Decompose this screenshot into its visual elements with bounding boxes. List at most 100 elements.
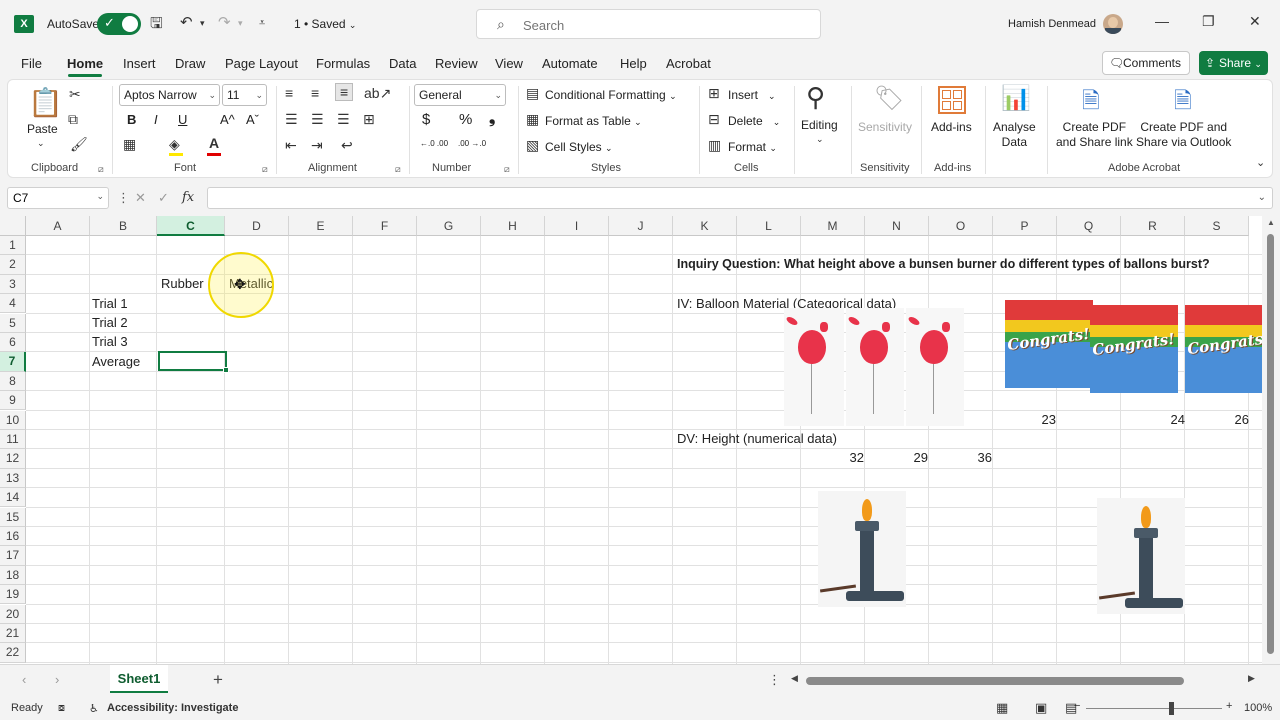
row-header-6[interactable]: 6 (0, 333, 26, 353)
cell-R10[interactable]: 24 (1160, 410, 1185, 429)
decrease-decimal-button[interactable]: .00 →.0 (458, 139, 486, 148)
editing-search-icon[interactable]: ⚲ (806, 82, 825, 113)
decrease-indent-icon[interactable]: ⇤ (285, 137, 297, 154)
column-header-L[interactable]: L (737, 216, 801, 236)
page-layout-view-icon[interactable]: ▣ (1035, 700, 1047, 716)
add-ins-button[interactable]: Add-ins (931, 120, 972, 135)
row-header-12[interactable]: 12 (0, 449, 26, 469)
analyse-data-button[interactable]: Analyse Data (993, 120, 1036, 150)
select-all-corner[interactable] (0, 216, 26, 236)
wrap-text-icon[interactable]: ↩ (341, 137, 353, 154)
align-left-icon[interactable]: ☰ (285, 111, 298, 128)
tab-page-layout[interactable]: Page Layout (225, 56, 298, 71)
normal-view-icon[interactable]: ▦ (996, 700, 1008, 716)
italic-button[interactable]: I (154, 112, 158, 127)
bunsen-burner-image[interactable] (1097, 498, 1185, 614)
column-header-F[interactable]: F (353, 216, 417, 236)
sensitivity-button[interactable]: Sensitivity (858, 120, 912, 135)
bold-button[interactable]: B (127, 112, 136, 127)
zoom-slider-thumb[interactable] (1169, 702, 1174, 715)
scroll-right-icon[interactable]: ▶ (1248, 673, 1255, 684)
column-header-B[interactable]: B (90, 216, 157, 236)
tab-home[interactable]: Home (67, 56, 103, 71)
tab-file[interactable]: File (21, 56, 42, 71)
accessibility-status[interactable]: Accessibility: Investigate (107, 702, 238, 714)
create-pdf-outlook-icon[interactable]: 🗎 (1174, 84, 1192, 122)
cell-O12[interactable]: 36 (968, 448, 992, 467)
row-header-9[interactable]: 9 (0, 391, 26, 411)
format-cells-icon[interactable]: ▥ (708, 137, 721, 154)
dialog-launcher-icon[interactable]: ⧄ (504, 164, 510, 175)
selected-cell-C7[interactable] (158, 351, 229, 373)
percent-button[interactable]: % (459, 111, 472, 128)
analyse-data-icon[interactable]: 📊 (1001, 84, 1031, 113)
undo-icon[interactable]: ↶ (180, 13, 193, 31)
row-header-17[interactable]: 17 (0, 546, 26, 566)
next-sheet-icon[interactable]: › (55, 672, 59, 687)
scroll-left-icon[interactable]: ◀ (791, 673, 798, 684)
column-header-K[interactable]: K (673, 216, 737, 236)
borders-icon[interactable]: ▦ (123, 136, 136, 153)
column-header-O[interactable]: O (929, 216, 993, 236)
metallic-balloon-image[interactable]: Congrats! (1005, 300, 1093, 388)
cell-styles-icon[interactable]: ▧ (526, 137, 539, 154)
cell-S10[interactable]: 26 (1224, 410, 1249, 429)
cell-B4[interactable]: Trial 1 (92, 294, 128, 313)
redo-dropdown-icon[interactable]: ▾ (238, 18, 243, 29)
more-options-icon[interactable]: ⋮ (768, 672, 781, 688)
burst-balloon-image[interactable] (846, 308, 904, 426)
shrink-font-button[interactable]: Aˇ (246, 112, 259, 127)
formula-input[interactable]: ⌄ (207, 187, 1273, 209)
column-header-G[interactable]: G (417, 216, 481, 236)
format-painter-icon[interactable]: 🖌 (70, 136, 88, 153)
sheet-tab-sheet1[interactable]: Sheet1 (110, 665, 168, 693)
cancel-icon[interactable]: ✕ (135, 190, 146, 206)
row-header-15[interactable]: 15 (0, 507, 26, 527)
zoom-out-icon[interactable]: − (1074, 700, 1080, 712)
row-header-21[interactable]: 21 (0, 624, 26, 644)
cell-K2[interactable]: Inquiry Question: What height above a bu… (677, 255, 1210, 274)
font-color-icon[interactable]: A (209, 135, 219, 151)
cell-B6[interactable]: Trial 3 (92, 332, 128, 351)
paste-icon[interactable]: 📋 (28, 86, 63, 119)
customize-toolbar-icon[interactable]: ⩡ (259, 17, 265, 30)
row-header-11[interactable]: 11 (0, 430, 26, 450)
restore-icon[interactable]: ❐ (1202, 13, 1215, 30)
name-box[interactable]: ⌄ (7, 187, 109, 209)
fill-handle[interactable] (223, 367, 229, 373)
scroll-thumb[interactable] (1267, 234, 1274, 654)
row-header-10[interactable]: 10 (0, 410, 26, 430)
row-header-5[interactable]: 5 (0, 313, 26, 333)
dialog-launcher-icon[interactable]: ⧄ (262, 164, 268, 175)
vertical-scrollbar[interactable]: ▲ (1262, 216, 1280, 664)
undo-dropdown-icon[interactable]: ▾ (200, 18, 205, 29)
avatar[interactable] (1103, 14, 1123, 34)
chevron-down-icon[interactable]: ⌄ (37, 138, 45, 149)
tab-data[interactable]: Data (389, 56, 416, 71)
cell-B7[interactable]: Average (92, 352, 140, 371)
column-header-E[interactable]: E (289, 216, 353, 236)
minimize-icon[interactable]: — (1155, 13, 1169, 29)
underline-button[interactable]: U (178, 112, 187, 127)
tab-draw[interactable]: Draw (175, 56, 205, 71)
user-name[interactable]: Hamish Denmead (1008, 18, 1096, 30)
cell-B5[interactable]: Trial 2 (92, 313, 128, 332)
column-header-N[interactable]: N (865, 216, 929, 236)
name-box-input[interactable] (13, 190, 93, 206)
horizontal-scroll-thumb[interactable] (806, 677, 1184, 685)
column-header-J[interactable]: J (609, 216, 673, 236)
copy-icon[interactable]: ⧉ (68, 111, 78, 128)
grow-font-button[interactable]: A^ (220, 112, 235, 127)
zoom-slider-track[interactable] (1086, 708, 1222, 709)
create-pdf-outlook-button[interactable]: Create PDF and Share via Outlook (1136, 120, 1231, 150)
column-header-C[interactable]: C (157, 216, 225, 236)
create-pdf-share-link-button[interactable]: Create PDF and Share link (1056, 120, 1133, 150)
macro-record-icon[interactable]: ⧇ (58, 702, 65, 715)
create-pdf-share-icon[interactable]: 🗎 (1082, 84, 1100, 122)
row-header-22[interactable]: 22 (0, 643, 26, 663)
comma-button[interactable]: ❟ (489, 110, 495, 128)
zoom-in-icon[interactable]: + (1226, 700, 1232, 712)
conditional-formatting-icon[interactable]: ▤ (526, 85, 539, 102)
spreadsheet-grid[interactable]: ABCDEFGHIJKLMNOPQRS 1 2 3 4 5 6 7 8 9 10 11 12 13 14 1… (0, 216, 1262, 664)
scroll-up-icon[interactable]: ▲ (1267, 218, 1275, 227)
